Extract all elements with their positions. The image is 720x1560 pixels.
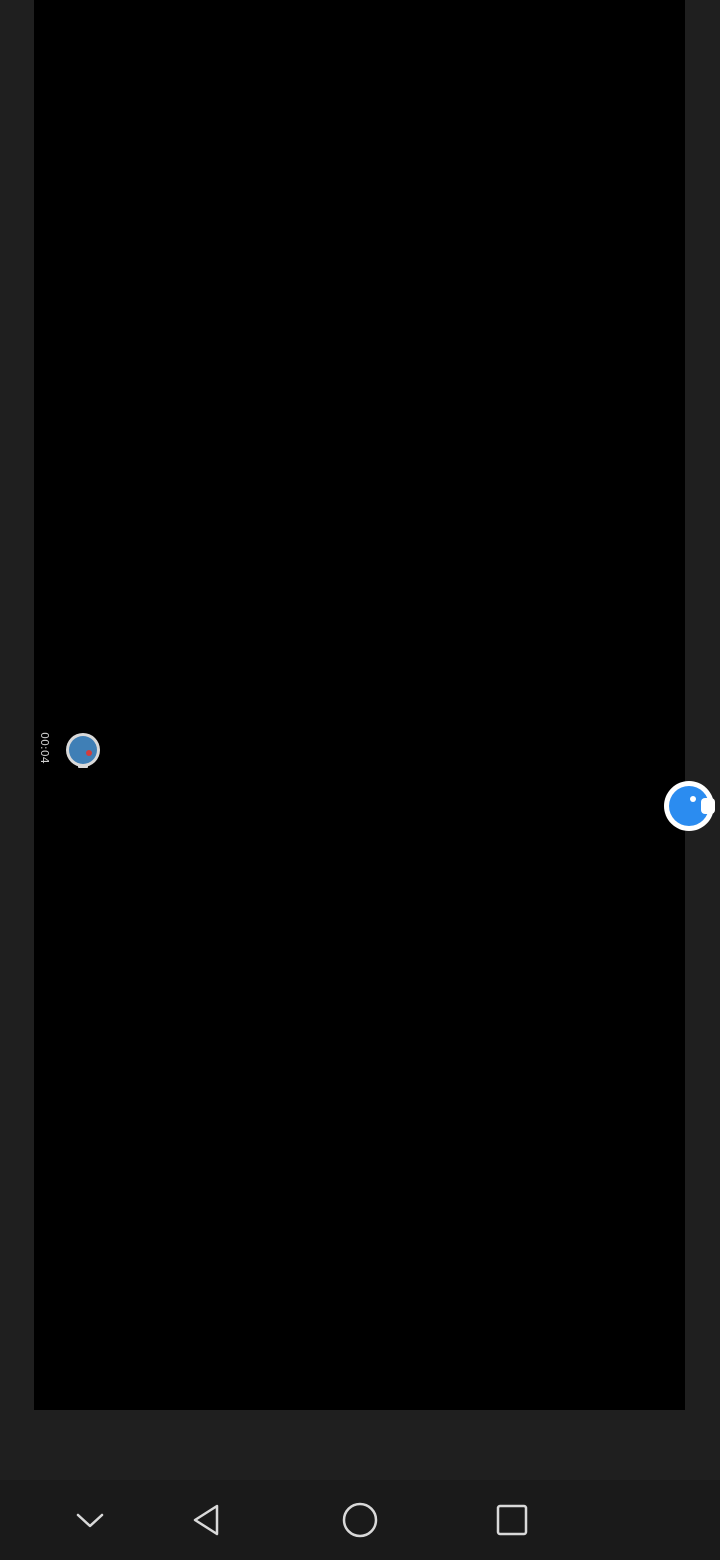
recording-indicator[interactable]: 00:04 — [34, 728, 114, 776]
recents-square-icon[interactable] — [477, 1480, 547, 1560]
recording-time: 00:04 — [38, 732, 51, 764]
chevron-down-icon[interactable] — [55, 1480, 125, 1560]
navigation-bar — [0, 1480, 720, 1560]
floating-bubble-icon[interactable] — [662, 780, 720, 832]
bottom-gap — [0, 1410, 720, 1480]
home-circle-icon[interactable] — [325, 1480, 395, 1560]
back-triangle-icon[interactable] — [171, 1480, 241, 1560]
video-viewport[interactable] — [34, 0, 685, 1410]
screen: 00:04 — [0, 0, 720, 1560]
recording-dot-icon[interactable] — [64, 732, 102, 770]
